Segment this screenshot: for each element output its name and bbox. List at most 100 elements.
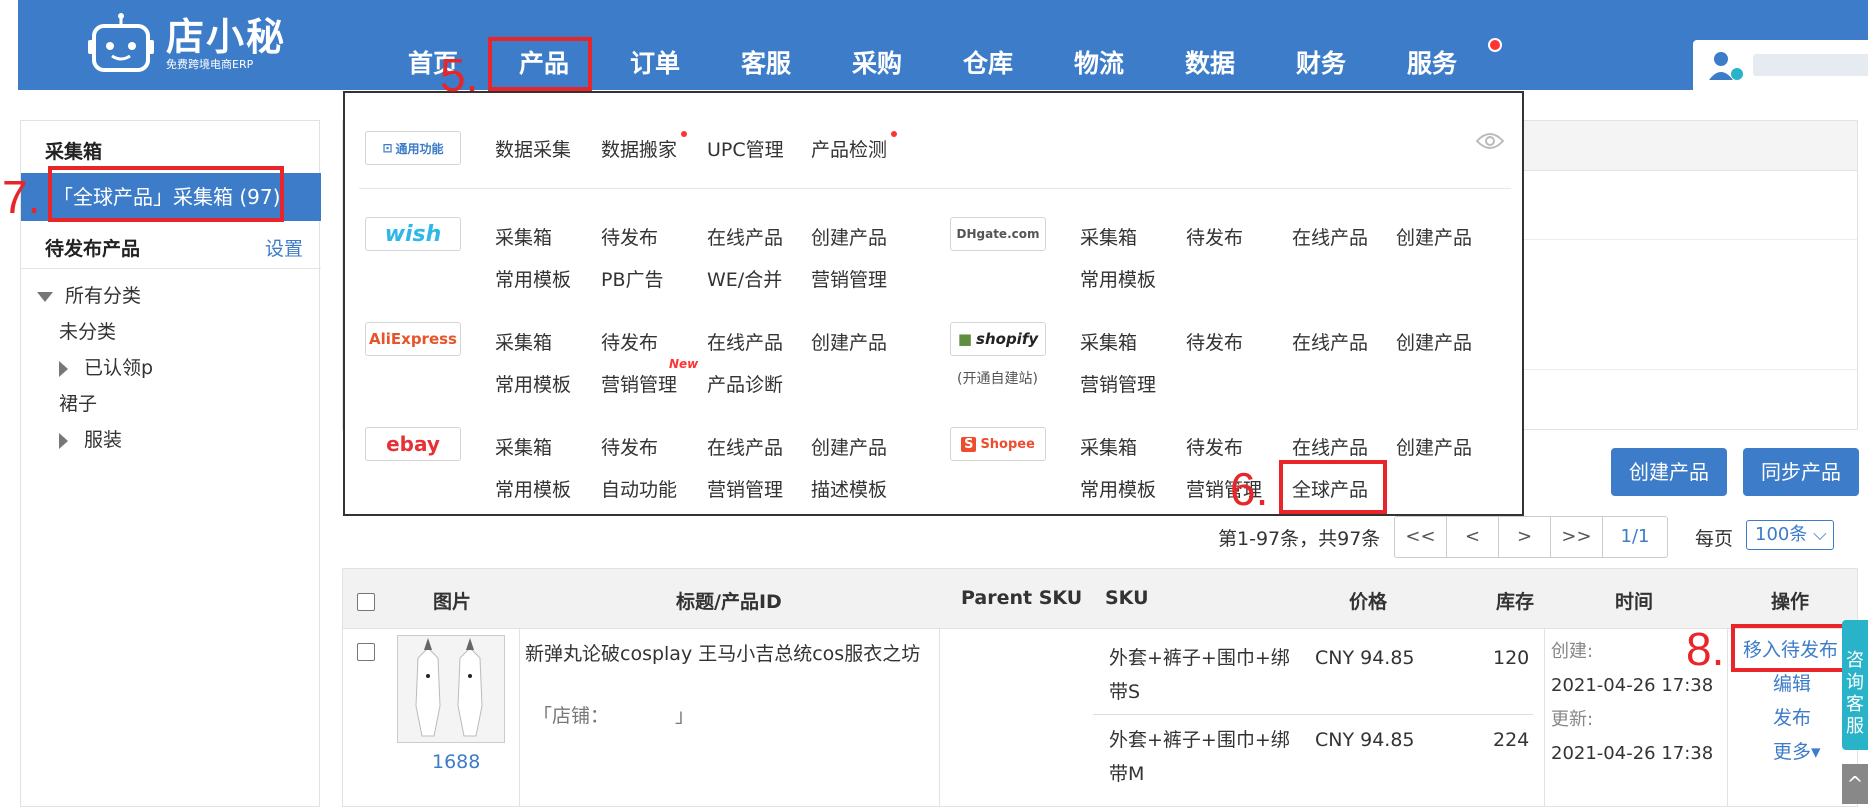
col-parent-sku: Parent SKU xyxy=(961,587,1083,609)
logo[interactable]: 店小秘 免费跨境电商ERP xyxy=(86,12,286,76)
tree-all-categories[interactable]: 所有分类 xyxy=(37,281,141,308)
next-page-button[interactable]: > xyxy=(1499,517,1551,557)
prev-page-button[interactable]: < xyxy=(1447,517,1499,557)
user-account[interactable] xyxy=(1693,40,1868,90)
product-thumbnail[interactable] xyxy=(397,635,505,743)
wish-create-product[interactable]: 创建产品 xyxy=(811,223,887,250)
publish-button[interactable]: 发布 xyxy=(1773,701,1811,735)
ali-product-diagnosis[interactable]: 产品诊断 xyxy=(707,370,783,397)
ali-create-product[interactable]: 创建产品 xyxy=(811,328,887,355)
shopify-pending[interactable]: 待发布 xyxy=(1186,328,1243,355)
col-price: 价格 xyxy=(1349,591,1388,613)
user-icon xyxy=(1709,52,1743,80)
shopify-marketing[interactable]: 营销管理 xyxy=(1080,370,1156,397)
dhgate-collect-box[interactable]: 采集箱 xyxy=(1080,223,1137,250)
nav-services[interactable]: 服务 xyxy=(1407,44,1457,80)
tree-claimed[interactable]: 已认领p xyxy=(59,353,153,380)
dhgate-pending[interactable]: 待发布 xyxy=(1186,223,1243,250)
ebay-description-templates[interactable]: 描述模板 xyxy=(811,475,887,502)
dhgate-online-products[interactable]: 在线产品 xyxy=(1292,223,1368,250)
wish-online-products[interactable]: 在线产品 xyxy=(707,223,783,250)
menu-data-collection[interactable]: 数据采集 xyxy=(495,135,571,162)
tree-skirts[interactable]: 裙子 xyxy=(59,389,97,416)
ali-pending[interactable]: 待发布 xyxy=(601,328,658,355)
eye-icon[interactable] xyxy=(1475,131,1505,151)
dhgate-templates[interactable]: 常用模板 xyxy=(1080,265,1156,292)
product-title[interactable]: 新弹丸论破cosplay 王马小吉总统cos服衣之坊 xyxy=(525,637,920,671)
shopee-templates[interactable]: 常用模板 xyxy=(1080,475,1156,502)
create-product-button[interactable]: 创建产品 xyxy=(1611,448,1727,496)
col-time: 时间 xyxy=(1615,591,1654,613)
scroll-top-button[interactable]: ^ xyxy=(1842,764,1868,804)
ebay-pending[interactable]: 待发布 xyxy=(601,433,658,460)
ali-templates[interactable]: 常用模板 xyxy=(495,370,571,397)
ebay-online-products[interactable]: 在线产品 xyxy=(707,433,783,460)
shopify-online-products[interactable]: 在线产品 xyxy=(1292,328,1368,355)
sidebar-divider xyxy=(21,268,321,269)
updated-time: 2021-04-26 17:38 xyxy=(1551,743,1714,764)
menu-product-check[interactable]: 产品检测 xyxy=(811,135,887,162)
per-page-select[interactable]: 100条 ⌵ xyxy=(1746,520,1834,550)
aliexpress-badge: AliExpress xyxy=(365,322,461,356)
ebay-marketing[interactable]: 营销管理 xyxy=(707,475,783,502)
shopee-create-product[interactable]: 创建产品 xyxy=(1396,433,1472,460)
wish-collect-box[interactable]: 采集箱 xyxy=(495,223,552,250)
per-page-label: 每页 xyxy=(1695,528,1734,550)
shopee-collect-box[interactable]: 采集箱 xyxy=(1080,433,1137,460)
wish-badge: wish xyxy=(365,217,461,251)
customer-service-tab[interactable]: 咨询客服 xyxy=(1842,620,1868,750)
tree-label: 已认领p xyxy=(84,357,154,379)
menu-data-migration[interactable]: 数据搬家 xyxy=(601,135,677,162)
chevron-down-icon: ⌵ xyxy=(1813,524,1827,545)
wish-we-merge[interactable]: WE/合并 xyxy=(707,265,782,292)
sync-product-button[interactable]: 同步产品 xyxy=(1743,448,1859,496)
nav-purchase[interactable]: 采购 xyxy=(852,44,902,80)
nav-finance[interactable]: 财务 xyxy=(1296,44,1346,80)
wish-pb-ads[interactable]: PB广告 xyxy=(601,265,664,292)
menu-upc-management[interactable]: UPC管理 xyxy=(707,135,784,162)
dhgate-badge: DHgate.com xyxy=(950,217,1046,251)
ali-online-products[interactable]: 在线产品 xyxy=(707,328,783,355)
dhgate-create-product[interactable]: 创建产品 xyxy=(1396,223,1472,250)
pagination-info: 第1-97条，共97条 xyxy=(1218,528,1381,550)
ebay-create-product[interactable]: 创建产品 xyxy=(811,433,887,460)
nav-orders[interactable]: 订单 xyxy=(630,44,680,80)
ali-collect-box[interactable]: 采集箱 xyxy=(495,328,552,355)
tree-clothing[interactable]: 服装 xyxy=(59,425,122,452)
select-all-checkbox[interactable] xyxy=(357,593,375,611)
ebay-automation[interactable]: 自动功能 xyxy=(601,475,677,502)
wish-marketing[interactable]: 营销管理 xyxy=(811,265,887,292)
ali-marketing[interactable]: 营销管理 xyxy=(601,370,677,397)
logo-subtitle: 免费跨境电商ERP xyxy=(166,58,254,71)
shopify-create-product[interactable]: 创建产品 xyxy=(1396,328,1472,355)
last-page-button[interactable]: >> xyxy=(1551,517,1603,557)
shopee-online-products[interactable]: 在线产品 xyxy=(1292,433,1368,460)
nav-customer-service[interactable]: 客服 xyxy=(741,44,791,80)
wish-pending[interactable]: 待发布 xyxy=(601,223,658,250)
variant-stock: 120 xyxy=(1493,647,1530,669)
ebay-templates[interactable]: 常用模板 xyxy=(495,475,571,502)
created-label: 创建: xyxy=(1551,641,1594,662)
more-button[interactable]: 更多▾ xyxy=(1773,735,1821,769)
edit-button[interactable]: 编辑 xyxy=(1773,667,1811,701)
nav-logistics[interactable]: 物流 xyxy=(1074,44,1124,80)
settings-link[interactable]: 设置 xyxy=(265,234,303,261)
tree-uncategorized[interactable]: 未分类 xyxy=(59,317,116,344)
col-image: 图片 xyxy=(433,591,472,613)
menu-dot xyxy=(891,131,897,137)
col-sku: SKU xyxy=(1105,587,1149,609)
first-page-button[interactable]: << xyxy=(1395,517,1447,557)
shopee-pending[interactable]: 待发布 xyxy=(1186,433,1243,460)
nav-warehouse[interactable]: 仓库 xyxy=(963,44,1013,80)
row-checkbox[interactable] xyxy=(357,643,375,661)
source-link[interactable]: 1688 xyxy=(432,745,480,779)
wish-templates[interactable]: 常用模板 xyxy=(495,265,571,292)
robot-mini-icon: ⊡ xyxy=(382,141,393,155)
badge-label: Shopee xyxy=(980,436,1035,452)
ebay-collect-box[interactable]: 采集箱 xyxy=(495,433,552,460)
shopify-collect-box[interactable]: 采集箱 xyxy=(1080,328,1137,355)
nav-data[interactable]: 数据 xyxy=(1185,44,1235,80)
shopping-bag-icon: ■ xyxy=(957,330,973,348)
variant-sku: 外套+裤子+围巾+绑 xyxy=(1109,647,1290,669)
col-divider xyxy=(939,629,940,807)
